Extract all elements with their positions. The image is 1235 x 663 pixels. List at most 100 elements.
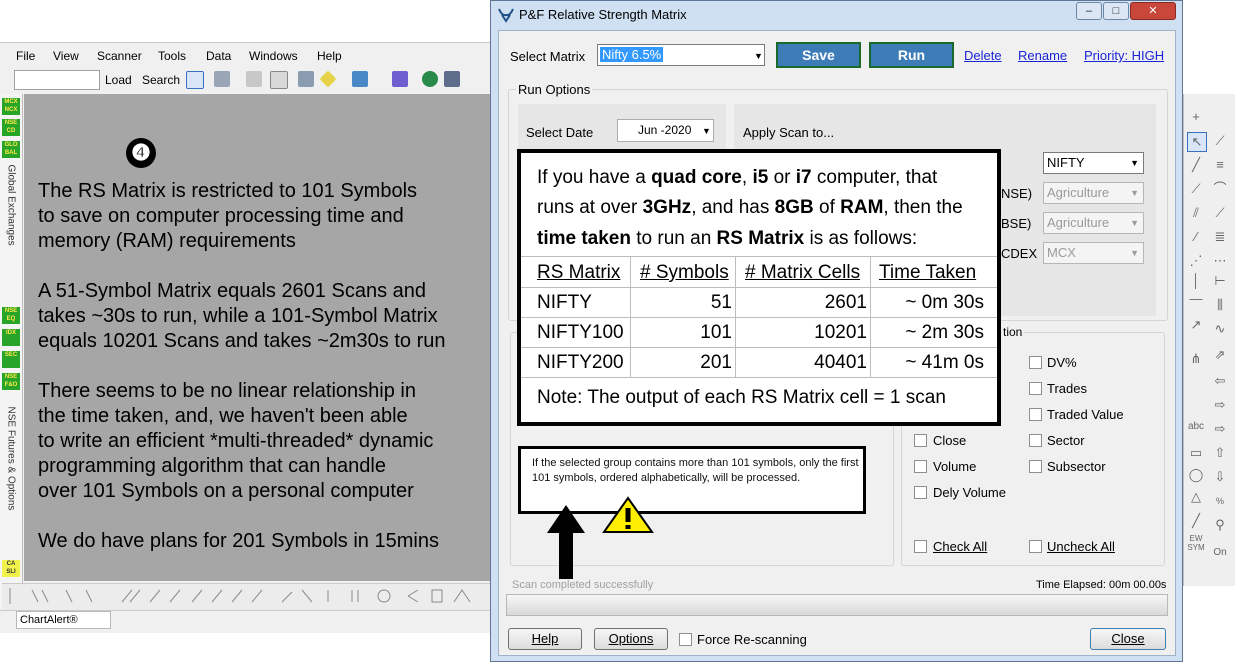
menu-scanner[interactable]: Scanner bbox=[97, 49, 142, 63]
arrow-icon[interactable]: ↗ bbox=[1187, 316, 1205, 334]
cash-badge[interactable]: CA SLI bbox=[2, 560, 20, 577]
fan-icon[interactable]: ⋰ bbox=[1187, 252, 1205, 270]
chevron-down-icon: ▼ bbox=[1130, 158, 1139, 168]
drawing-tools-icon[interactable] bbox=[2, 584, 492, 608]
channel-icon[interactable]: ⫽ bbox=[1187, 204, 1205, 222]
delete-link[interactable]: Delete bbox=[964, 48, 1002, 63]
traded-value-checkbox[interactable] bbox=[1029, 408, 1042, 421]
run-button[interactable]: Run bbox=[869, 42, 954, 68]
close-button[interactable]: Close bbox=[1090, 628, 1166, 650]
rename-link[interactable]: Rename bbox=[1018, 48, 1067, 63]
nse-sector-dropdown[interactable]: Agriculture ▼ bbox=[1043, 182, 1144, 204]
speed-icon[interactable]: ⇗ bbox=[1211, 346, 1229, 364]
force-rescan-checkbox[interactable] bbox=[679, 633, 692, 646]
table-cell: 201 bbox=[700, 352, 732, 373]
arc-icon[interactable]: ⌒ bbox=[1211, 180, 1229, 198]
triangle-icon[interactable]: △ bbox=[1187, 488, 1205, 506]
print-icon[interactable] bbox=[246, 71, 262, 87]
move-down-icon[interactable]: ⇩ bbox=[1211, 468, 1229, 486]
line-tool-icon[interactable]: ╱ bbox=[1187, 512, 1205, 530]
menu-data[interactable]: Data bbox=[206, 49, 231, 63]
pitchfork-icon[interactable]: ⋔ bbox=[1187, 350, 1205, 368]
horizontal-line-icon[interactable]: — bbox=[1187, 290, 1205, 308]
menu-tools[interactable]: Tools bbox=[158, 49, 186, 63]
load-button[interactable]: Load bbox=[105, 73, 132, 87]
check-all-checkbox[interactable] bbox=[914, 540, 927, 553]
search-button[interactable]: Search bbox=[142, 73, 180, 87]
gann-icon[interactable]: ⟋ bbox=[1211, 204, 1229, 222]
group-dropdown[interactable]: NIFTY ▼ bbox=[1043, 152, 1144, 174]
menu-file[interactable]: File bbox=[16, 49, 35, 63]
subsector-checkbox[interactable] bbox=[1029, 460, 1042, 473]
chevron-down-icon[interactable]: ▼ bbox=[754, 51, 763, 61]
percent-icon[interactable]: % bbox=[1211, 492, 1229, 510]
menu-windows[interactable]: Windows bbox=[249, 49, 298, 63]
sec-badge[interactable]: SEC bbox=[2, 351, 20, 368]
nse-fo-badge[interactable]: NSE F&O bbox=[2, 373, 20, 390]
priority-link[interactable]: Priority: HIGH bbox=[1084, 48, 1164, 63]
draw-icon[interactable]: ⟋ bbox=[1211, 132, 1229, 150]
menu-view[interactable]: View bbox=[53, 49, 79, 63]
global-badge[interactable]: GLO BAL bbox=[2, 141, 20, 158]
crosshair-icon[interactable]: + bbox=[1187, 108, 1205, 126]
print-preview-icon[interactable] bbox=[270, 71, 288, 89]
globe-icon[interactable] bbox=[422, 71, 438, 87]
help-button[interactable]: Help bbox=[508, 628, 582, 650]
ruler-icon[interactable]: ⊢ bbox=[1211, 272, 1229, 290]
volume-checkbox[interactable] bbox=[914, 460, 927, 473]
ray-icon[interactable]: ⟋ bbox=[1187, 180, 1205, 198]
shift-right-icon[interactable]: ⇨ bbox=[1211, 396, 1229, 414]
sector-checkbox[interactable] bbox=[1029, 434, 1042, 447]
symbol-input[interactable] bbox=[14, 70, 100, 90]
parallel-icon[interactable]: ∕ bbox=[1187, 228, 1205, 246]
nse-cd-badge[interactable]: NSE CD bbox=[2, 119, 20, 136]
chevron-down-icon[interactable]: ▼ bbox=[702, 126, 711, 136]
menu-help[interactable]: Help bbox=[317, 49, 342, 63]
save-button[interactable]: Save bbox=[776, 42, 861, 68]
dv-percent-checkbox[interactable] bbox=[1029, 356, 1042, 369]
commodity-dropdown[interactable]: MCX ▼ bbox=[1043, 242, 1144, 264]
rectangle-icon[interactable]: ▭ bbox=[1187, 444, 1205, 462]
scan-progress-bar bbox=[506, 594, 1168, 616]
close-window-button[interactable]: ✕ bbox=[1130, 2, 1176, 20]
info-text-bold: 3GHz bbox=[642, 197, 692, 218]
info-text: computer, that bbox=[811, 167, 938, 188]
symbol-icon[interactable]: EW SYM bbox=[1187, 534, 1205, 552]
ma-icon[interactable] bbox=[352, 71, 368, 87]
dw-icon[interactable] bbox=[298, 71, 314, 87]
idx-badge[interactable]: IDX bbox=[2, 329, 20, 346]
bse-sector-dropdown[interactable]: Agriculture ▼ bbox=[1043, 212, 1144, 234]
save-disk-icon[interactable] bbox=[214, 71, 230, 87]
sector-checkbox-label: Sector bbox=[1047, 433, 1085, 448]
move-up-icon[interactable]: ⇧ bbox=[1211, 444, 1229, 462]
arrow-up-icon bbox=[547, 505, 585, 579]
text-tool-icon[interactable]: abc bbox=[1187, 418, 1205, 436]
mcx-badge[interactable]: MCX NCX bbox=[2, 98, 20, 115]
trendline-icon[interactable]: ╱ bbox=[1187, 156, 1205, 174]
fib-icon[interactable]: ≣ bbox=[1211, 228, 1229, 246]
cycle-icon[interactable]: ⫼ bbox=[1211, 296, 1229, 314]
move-right-icon[interactable]: ⇨ bbox=[1211, 420, 1229, 438]
close-checkbox[interactable] bbox=[914, 434, 927, 447]
uncheck-all-checkbox[interactable] bbox=[1029, 540, 1042, 553]
info-text: to run an bbox=[630, 228, 717, 249]
pf-chart-icon[interactable] bbox=[186, 71, 204, 89]
magnet-icon[interactable]: ⚲ bbox=[1211, 516, 1229, 534]
on-toggle-icon[interactable]: On bbox=[1211, 544, 1229, 562]
extend-icon[interactable]: ⋯ bbox=[1211, 252, 1229, 270]
maximize-button[interactable]: □ bbox=[1103, 2, 1129, 20]
scatter-icon[interactable] bbox=[392, 71, 408, 87]
shift-left-icon[interactable]: ⇦ bbox=[1211, 372, 1229, 390]
dely-volume-checkbox[interactable] bbox=[914, 486, 927, 499]
nse-eq-badge[interactable]: NSE EQ bbox=[2, 307, 20, 324]
options-button[interactable]: Options bbox=[594, 628, 668, 650]
windows-icon[interactable] bbox=[444, 71, 460, 87]
scan-status-text: Scan completed successfully bbox=[512, 579, 654, 591]
wave-icon[interactable]: ∿ bbox=[1211, 320, 1229, 338]
vertical-line-icon[interactable]: │ bbox=[1187, 272, 1205, 290]
ellipse-icon[interactable]: ◯ bbox=[1187, 466, 1205, 484]
line-icon[interactable]: ≡ bbox=[1211, 156, 1229, 174]
pointer-icon[interactable]: ↖ bbox=[1187, 132, 1207, 152]
trades-checkbox[interactable] bbox=[1029, 382, 1042, 395]
minimize-button[interactable]: – bbox=[1076, 2, 1102, 20]
